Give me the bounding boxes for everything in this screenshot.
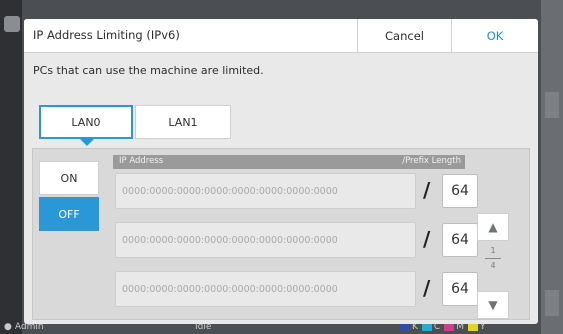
list-item: 0000:0000:0000:0000:0000:0000:0000:0000 …	[115, 173, 478, 209]
background-right-strip	[541, 0, 563, 334]
list-item: 0000:0000:0000:0000:0000:0000:0000:0000 …	[115, 271, 478, 307]
prefix-length-field[interactable]: 64	[442, 223, 478, 257]
page-up-button[interactable]: ▲	[477, 213, 509, 241]
ip-address-field[interactable]: 0000:0000:0000:0000:0000:0000:0000:0000	[115, 173, 416, 209]
ink-m-swatch	[444, 323, 455, 331]
background-scroll-up-button	[545, 92, 559, 118]
list-item: 0000:0000:0000:0000:0000:0000:0000:0000 …	[115, 222, 478, 258]
ink-c-swatch	[421, 323, 432, 331]
ink-k-swatch	[400, 323, 410, 331]
tab-lan0[interactable]: LAN0	[39, 105, 133, 139]
background-menu-icon	[4, 16, 20, 32]
ip-address-column-header: IP Address	[119, 156, 164, 166]
dialog-title: IP Address Limiting (IPv6)	[33, 28, 180, 42]
page-counter: 1 4	[477, 246, 509, 271]
on-button[interactable]: ON	[39, 161, 99, 195]
current-page: 1	[490, 246, 496, 255]
cancel-button[interactable]: Cancel	[357, 19, 451, 53]
slash-separator: /	[423, 227, 431, 251]
total-pages: 4	[490, 261, 496, 270]
ip-limiting-dialog: IP Address Limiting (IPv6) Cancel OK PCs…	[24, 19, 538, 324]
prefix-length-field[interactable]: 64	[442, 272, 478, 306]
dialog-description: PCs that can use the machine are limited…	[33, 64, 264, 77]
user-icon: ●	[4, 322, 12, 332]
off-button[interactable]: OFF	[39, 197, 99, 231]
dialog-header: IP Address Limiting (IPv6) Cancel OK	[24, 19, 538, 53]
background-scroll-down-button	[545, 290, 559, 316]
page-divider	[485, 258, 501, 259]
ip-address-field[interactable]: 0000:0000:0000:0000:0000:0000:0000:0000	[115, 271, 416, 307]
prefix-length-field[interactable]: 64	[442, 174, 478, 208]
ip-address-field[interactable]: 0000:0000:0000:0000:0000:0000:0000:0000	[115, 222, 416, 258]
background-left-strip	[0, 0, 22, 334]
slash-separator: /	[423, 178, 431, 202]
tab-lan1[interactable]: LAN1	[135, 105, 231, 139]
ok-button[interactable]: OK	[451, 19, 538, 53]
settings-panel: ON OFF IP Address /Prefix Length 0000:00…	[32, 148, 530, 320]
selected-tab-pointer	[79, 138, 95, 146]
page-down-button[interactable]: ▼	[477, 291, 509, 319]
slash-separator: /	[423, 276, 431, 300]
ink-y-swatch	[467, 323, 478, 331]
list-header: IP Address /Prefix Length	[113, 155, 465, 169]
prefix-length-column-header: /Prefix Length	[402, 156, 461, 166]
triangle-up-icon: ▲	[488, 220, 498, 234]
triangle-down-icon: ▼	[488, 298, 498, 312]
pager: ▲ 1 4 ▼	[477, 213, 517, 319]
